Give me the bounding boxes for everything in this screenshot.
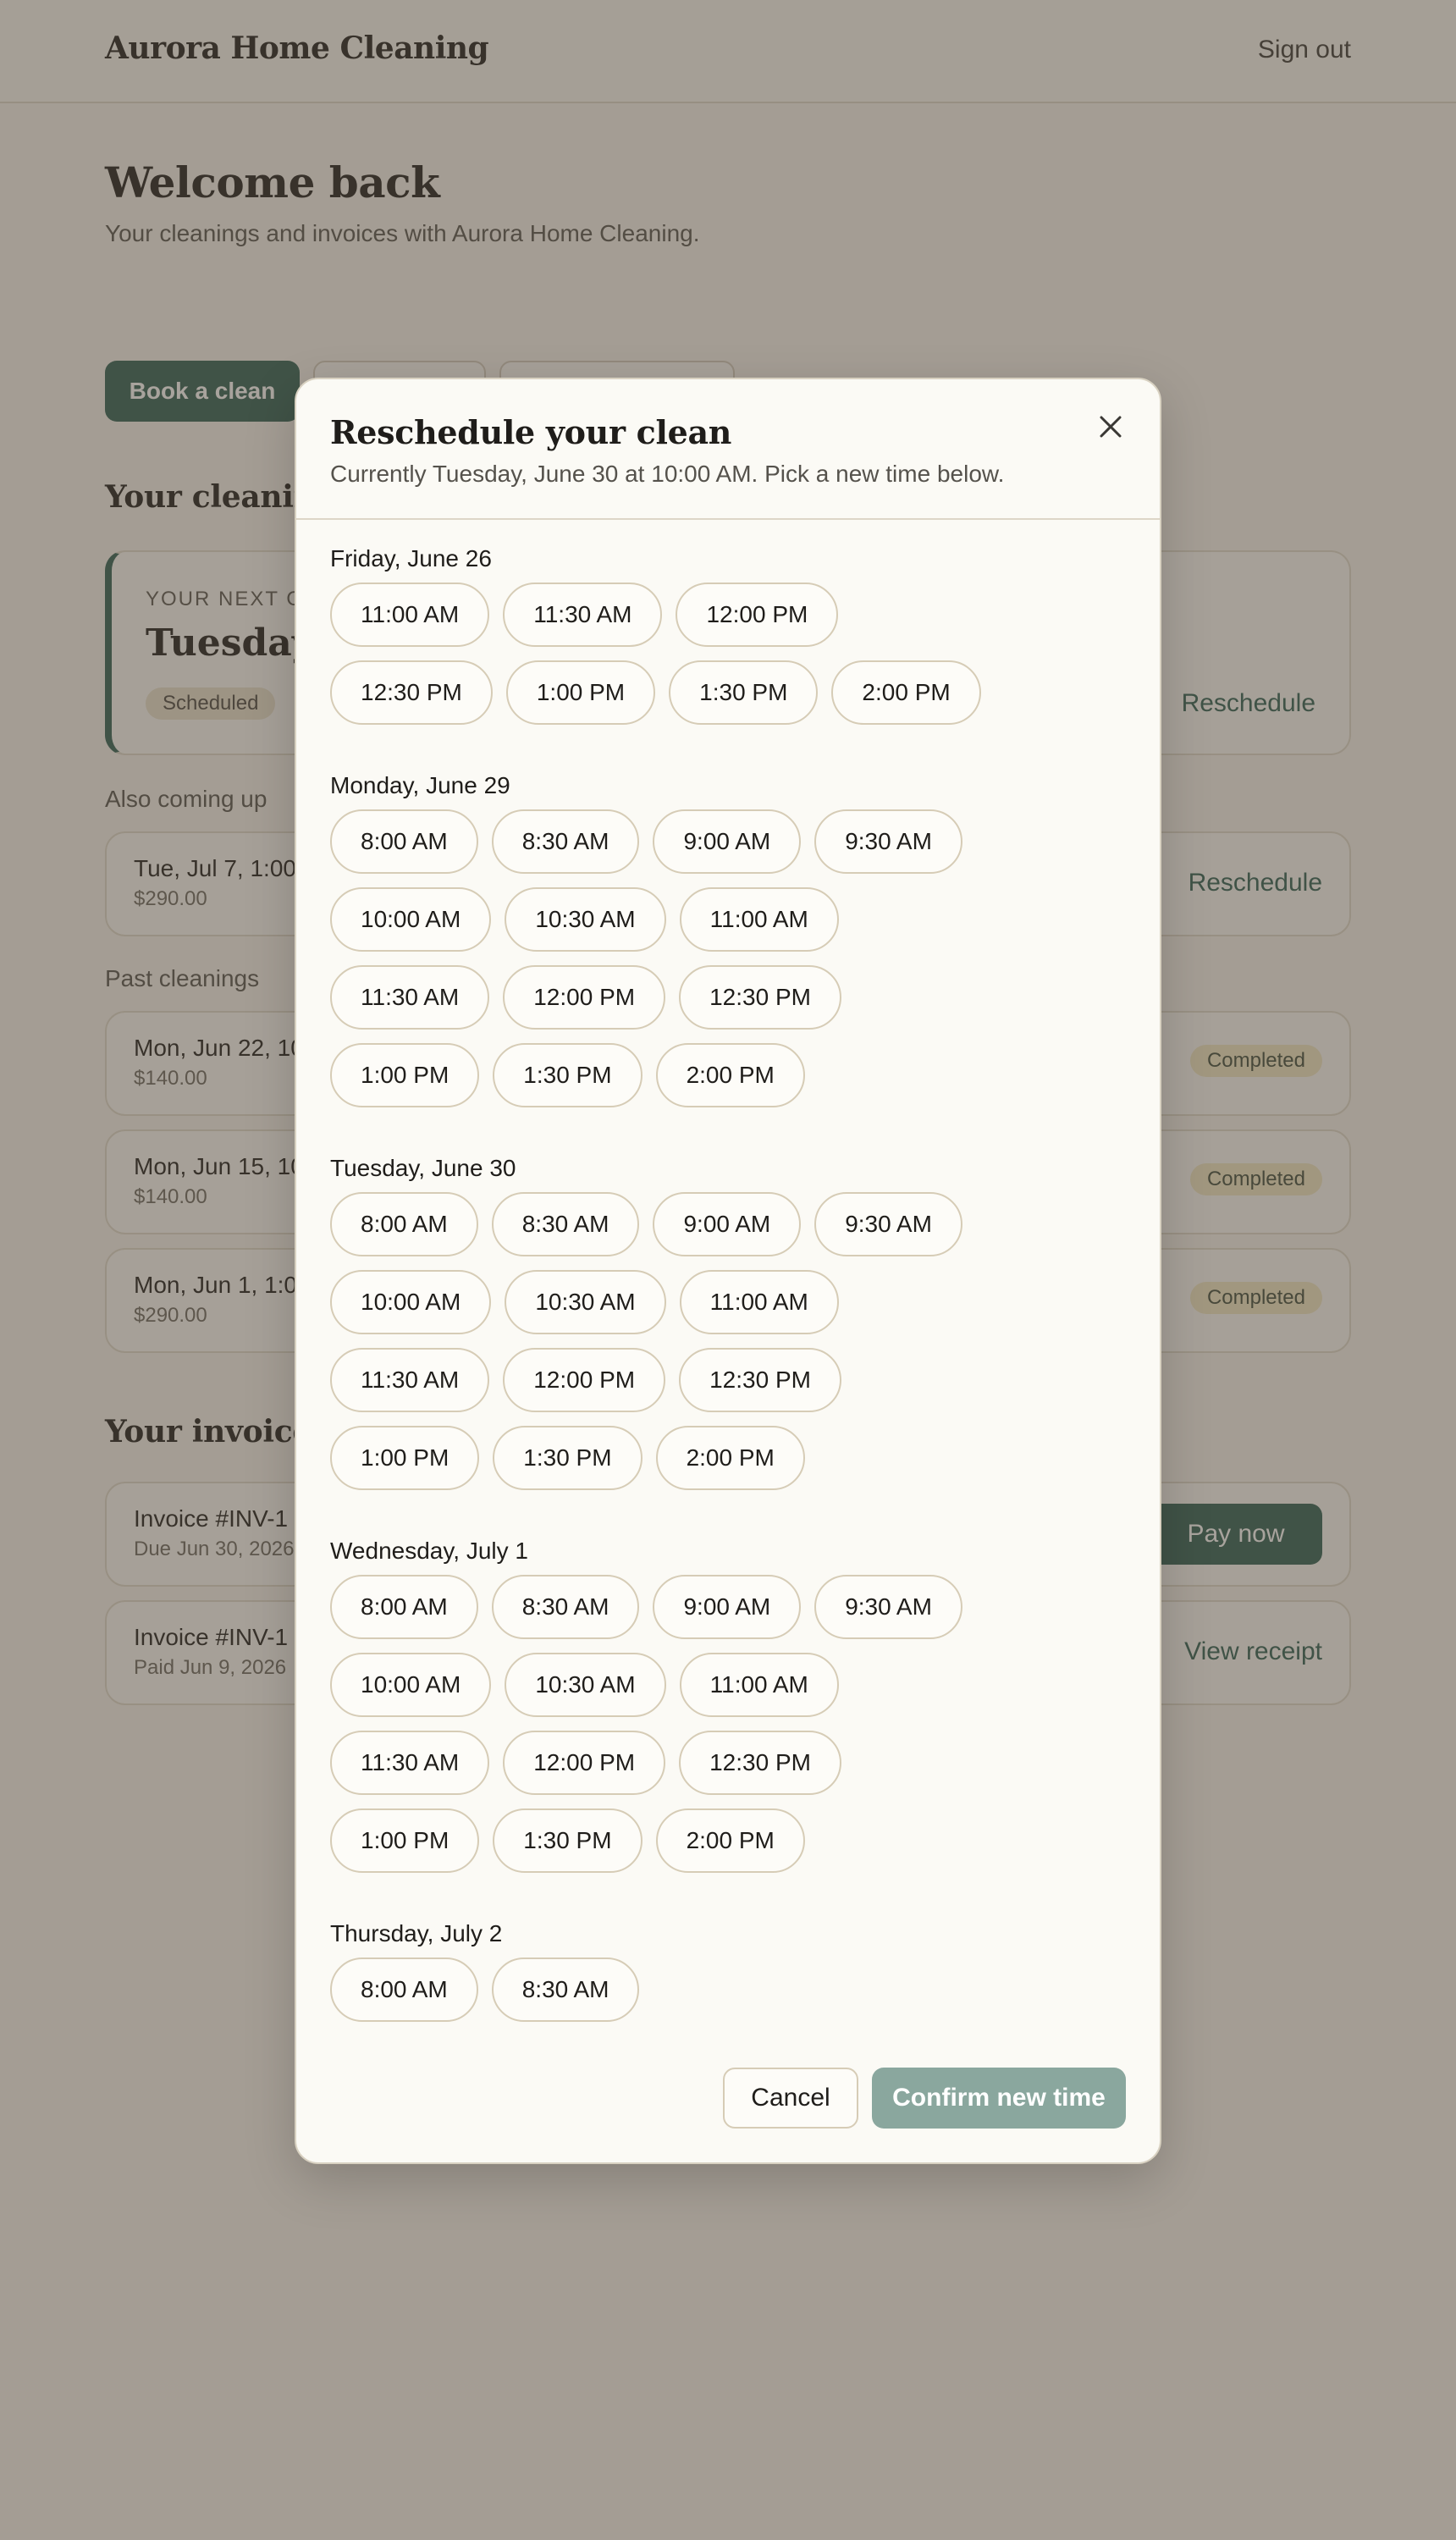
modal-footer: Cancel Confirm new time <box>723 2068 1126 2129</box>
modal-subtitle: Currently Tuesday, June 30 at 10:00 AM. … <box>330 461 1005 487</box>
time-slot-button[interactable]: 8:30 AM <box>491 1957 640 2022</box>
time-slot-button[interactable]: 11:30 AM <box>330 1731 490 1795</box>
cancel-button[interactable]: Cancel <box>723 2068 858 2129</box>
day-group: Wednesday, July 1 8:00 AM 8:30 AM 9:00 AM 9:… <box>330 1538 1129 1886</box>
time-slot-button[interactable]: 9:00 AM <box>653 1192 802 1256</box>
day-group: Thursday, July 2 8:00 AM 8:30 AM <box>330 1920 1129 2035</box>
time-slot-button[interactable]: 12:00 PM <box>503 1731 666 1795</box>
day-label: Wednesday, July 1 <box>330 1538 528 1564</box>
time-slot-button[interactable]: 11:00 AM <box>679 887 839 952</box>
slot-group: 8:00 AM 8:30 AM 9:00 AM 9:30 AM 10:00 AM 10:3… <box>330 1192 1007 1504</box>
day-label: Thursday, July 2 <box>330 1920 503 1946</box>
day-group: Tuesday, June 30 8:00 AM 8:30 AM 9:00 AM 9:3… <box>330 1155 1129 1504</box>
time-slot-button[interactable]: 11:30 AM <box>330 965 490 1030</box>
day-label: Monday, June 29 <box>330 772 510 798</box>
slot-group: 11:00 AM 11:30 AM 12:00 PM 12:30 PM 1:00 PM 1… <box>330 583 1007 738</box>
time-slot-button[interactable]: 12:00 PM <box>676 583 839 647</box>
time-slot-list: Friday, June 26 11:00 AM 11:30 AM 12:00 PM 1… <box>330 538 1129 2069</box>
time-slot-button[interactable]: 10:30 AM <box>505 1270 666 1334</box>
time-slot-button[interactable]: 8:00 AM <box>330 1192 478 1256</box>
close-icon[interactable] <box>1092 408 1129 445</box>
time-slot-button[interactable]: 1:30 PM <box>493 1808 643 1873</box>
time-slot-button[interactable]: 2:00 PM <box>831 660 981 725</box>
day-group: Monday, June 29 8:00 AM 8:30 AM 9:00 AM 9:30… <box>330 772 1129 1121</box>
slot-group: 8:00 AM 8:30 AM 9:00 AM 9:30 AM 10:00 AM 10:3… <box>330 809 1007 1121</box>
modal-title: Reschedule your clean <box>330 413 732 451</box>
time-slot-button[interactable]: 11:00 AM <box>330 583 490 647</box>
time-slot-button[interactable]: 1:00 PM <box>330 1808 480 1873</box>
time-slot-button[interactable]: 2:00 PM <box>655 1426 805 1490</box>
modal-divider <box>296 518 1160 520</box>
time-slot-button[interactable]: 9:00 AM <box>653 1575 802 1639</box>
time-slot-button[interactable]: 12:00 PM <box>503 1348 666 1412</box>
time-slot-button[interactable]: 9:30 AM <box>814 1575 962 1639</box>
time-slot-button[interactable]: 12:30 PM <box>679 965 841 1030</box>
time-slot-button[interactable]: 12:00 PM <box>503 965 666 1030</box>
time-slot-button[interactable]: 1:00 PM <box>505 660 656 725</box>
day-label: Tuesday, June 30 <box>330 1155 516 1181</box>
time-slot-button[interactable]: 12:30 PM <box>679 1731 841 1795</box>
slot-group: 8:00 AM 8:30 AM <box>330 1957 1007 2035</box>
time-slot-button[interactable]: 8:30 AM <box>491 1192 640 1256</box>
time-slot-button[interactable]: 11:00 AM <box>679 1653 839 1717</box>
time-slot-button[interactable]: 2:00 PM <box>655 1043 805 1107</box>
time-slot-button[interactable]: 8:30 AM <box>491 1575 640 1639</box>
time-slot-button[interactable]: 10:30 AM <box>505 887 666 952</box>
time-slot-button[interactable]: 9:30 AM <box>814 809 962 874</box>
time-slot-button[interactable]: 10:00 AM <box>330 887 492 952</box>
reschedule-modal: Reschedule your clean Currently Tuesday,… <box>295 378 1161 2164</box>
time-slot-button[interactable]: 9:00 AM <box>653 809 802 874</box>
day-group: Friday, June 26 11:00 AM 11:30 AM 12:00 PM 1… <box>330 545 1129 738</box>
time-slot-button[interactable]: 11:30 AM <box>503 583 663 647</box>
time-slot-button[interactable]: 12:30 PM <box>679 1348 841 1412</box>
time-slot-button[interactable]: 10:30 AM <box>505 1653 666 1717</box>
time-slot-button[interactable]: 1:00 PM <box>330 1043 480 1107</box>
day-label: Friday, June 26 <box>330 545 492 572</box>
time-slot-button[interactable]: 11:00 AM <box>679 1270 839 1334</box>
time-slot-button[interactable]: 12:30 PM <box>330 660 493 725</box>
time-slot-button[interactable]: 9:30 AM <box>814 1192 962 1256</box>
time-slot-button[interactable]: 8:30 AM <box>491 809 640 874</box>
confirm-new-time-button[interactable]: Confirm new time <box>872 2068 1126 2129</box>
time-slot-button[interactable]: 8:00 AM <box>330 1957 478 2022</box>
time-slot-button[interactable]: 11:30 AM <box>330 1348 490 1412</box>
time-slot-button[interactable]: 10:00 AM <box>330 1270 492 1334</box>
time-slot-button[interactable]: 1:30 PM <box>493 1426 643 1490</box>
time-slot-button[interactable]: 1:00 PM <box>330 1426 480 1490</box>
time-slot-button[interactable]: 8:00 AM <box>330 1575 478 1639</box>
slot-group: 8:00 AM 8:30 AM 9:00 AM 9:30 AM 10:00 AM 10:3… <box>330 1575 1007 1886</box>
time-slot-button[interactable]: 1:30 PM <box>493 1043 643 1107</box>
time-slot-button[interactable]: 1:30 PM <box>669 660 819 725</box>
time-slot-button[interactable]: 10:00 AM <box>330 1653 492 1717</box>
time-slot-button[interactable]: 8:00 AM <box>330 809 478 874</box>
time-slot-button[interactable]: 2:00 PM <box>655 1808 805 1873</box>
